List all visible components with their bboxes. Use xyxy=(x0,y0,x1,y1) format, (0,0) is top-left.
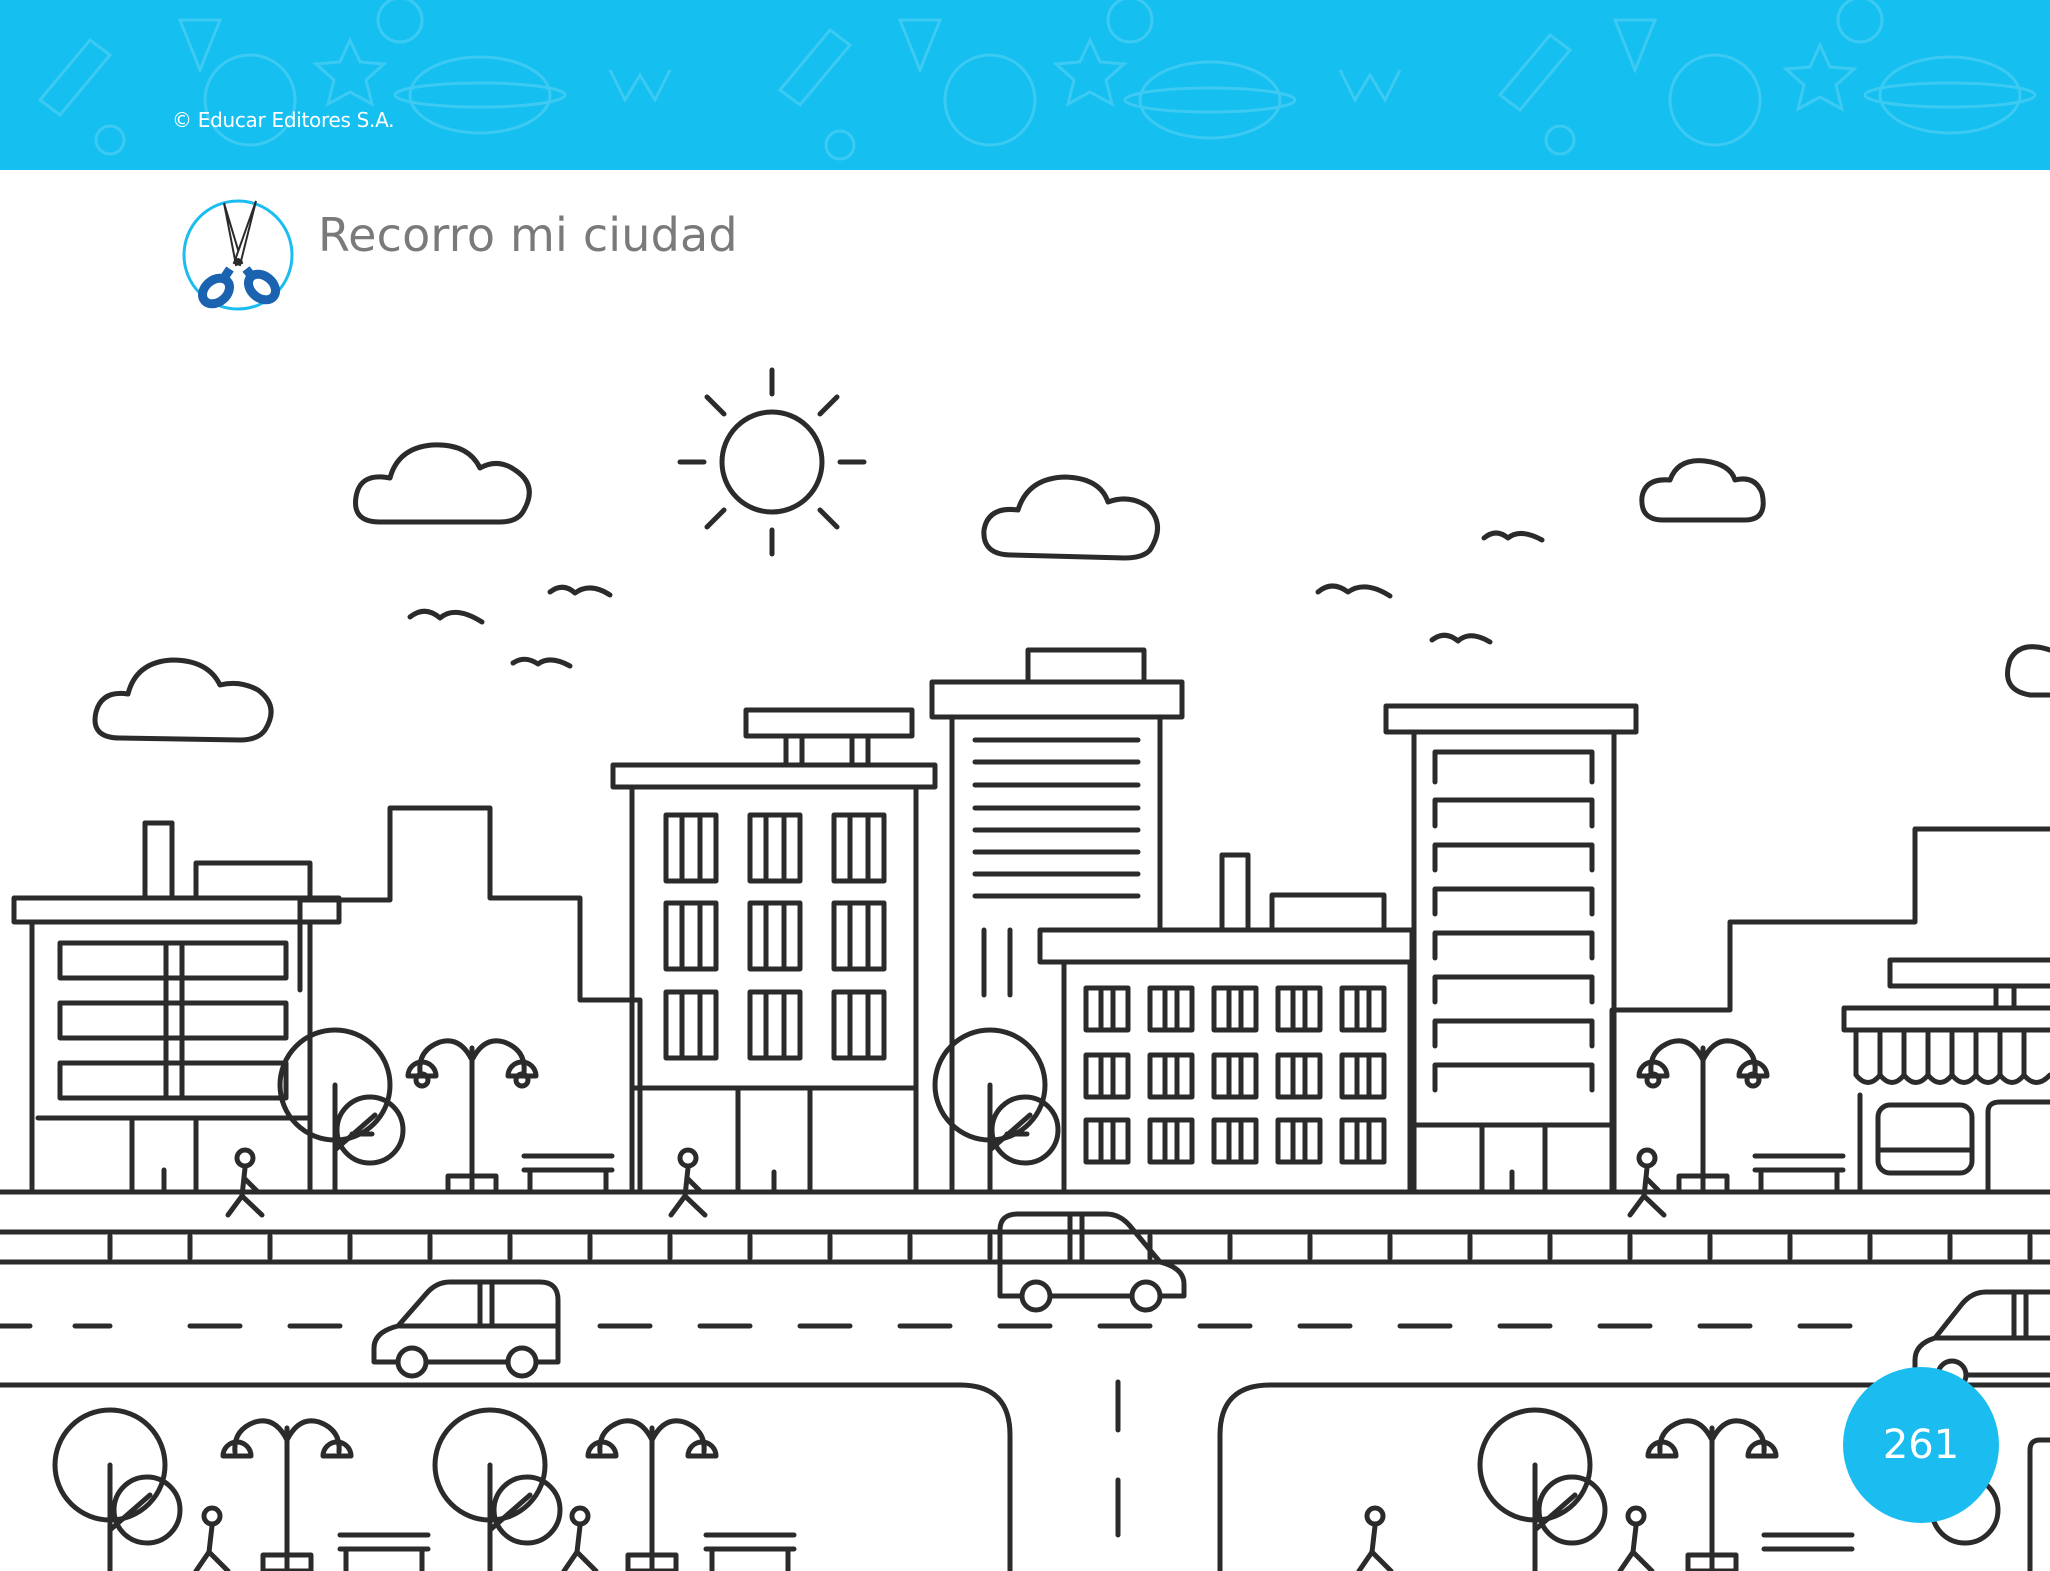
cloud-icon xyxy=(981,474,1160,561)
scissors-icon xyxy=(182,199,294,311)
window-grid xyxy=(1083,985,1387,1165)
page-title: Recorro mi ciudad xyxy=(318,208,738,262)
city-illustration xyxy=(0,367,2050,1571)
van-icon xyxy=(997,1211,1187,1313)
cloud-icon xyxy=(353,442,532,525)
sun-icon xyxy=(677,367,867,557)
pedestrian-icon xyxy=(225,1147,265,1218)
street-lamp-icon xyxy=(1636,1038,1770,1195)
street-lamp-icon xyxy=(405,1038,539,1195)
street-lamp-icon xyxy=(220,1418,354,1571)
cloud-icon xyxy=(1639,458,1766,523)
pedestrian-icon xyxy=(668,1147,708,1218)
page-number-badge: 261 xyxy=(1843,1367,1999,1523)
pedestrian-icon xyxy=(1627,1147,1667,1218)
van-icon xyxy=(371,1279,561,1379)
banner-pattern xyxy=(0,0,2050,170)
street-lamp-icon xyxy=(1645,1418,1779,1571)
copyright-text: © Educar Editores S.A. xyxy=(172,108,395,132)
activity-header: Recorro mi ciudad xyxy=(180,195,738,315)
street-lamp-icon xyxy=(585,1418,719,1571)
top-banner: © Educar Editores S.A. xyxy=(0,0,2050,170)
window-grid xyxy=(663,812,887,1061)
cloud-icon xyxy=(92,657,274,743)
cloud-icon xyxy=(2005,644,2050,698)
